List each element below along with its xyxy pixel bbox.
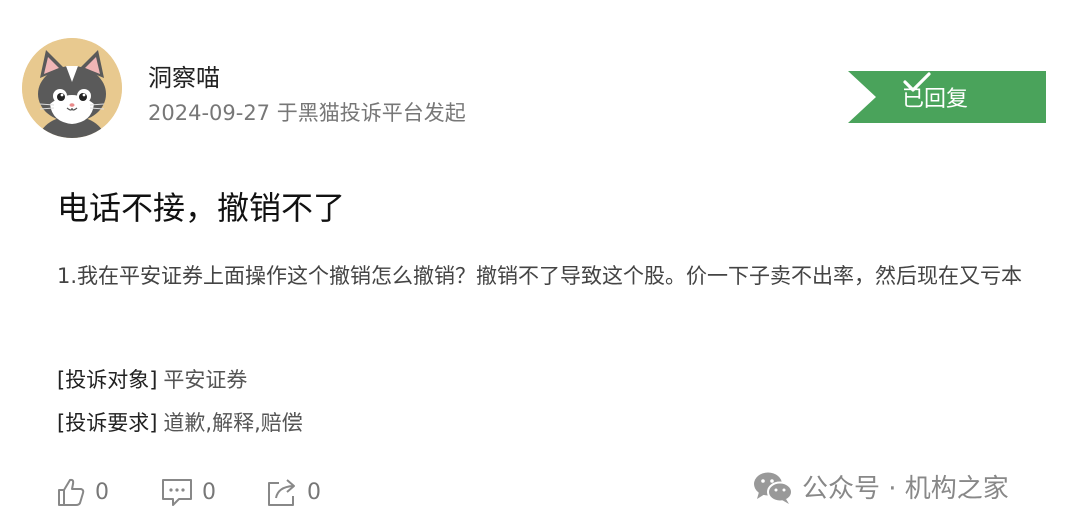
post-meta: 2024-09-27 于黑猫投诉平台发起 [148,101,466,125]
complaint-demand-label: [投诉要求] [57,411,158,435]
like-count: 0 [95,479,109,505]
comment-icon [162,479,192,506]
complaint-target-value[interactable]: 平安证券 [163,368,247,392]
share-icon [268,479,295,506]
thumbs-up-icon [58,478,85,506]
complaint-demand: [投诉要求] 道歉,解释,赔偿 [57,407,303,437]
complaint-target-label: [投诉对象] [57,368,158,392]
complaint-title: 电话不接，撤销不了 [57,189,346,227]
comment-count: 0 [202,479,216,505]
complaint-demand-value: 道歉,解释,赔偿 [163,411,303,435]
like-button[interactable]: 0 [55,476,109,508]
cat-avatar-icon [22,38,122,138]
avatar[interactable] [22,38,122,138]
comment-button[interactable]: 0 [160,476,216,508]
watermark-text: 公众号 · 机构之家 [802,474,1009,504]
share-button[interactable]: 0 [265,476,321,508]
watermark: 公众号 · 机构之家 [752,468,1009,505]
status-badge: 已回复 [848,71,1046,123]
share-count: 0 [307,479,321,505]
username[interactable]: 洞察喵 [148,58,220,93]
complaint-body: 1.我在平安证券上面操作这个撤销怎么撤销？撤销不了导致这个股。价一下子卖不出率，… [57,264,1023,288]
check-icon [903,72,931,92]
wechat-icon [754,472,793,504]
complaint-target: [投诉对象] 平安证券 [57,364,247,394]
